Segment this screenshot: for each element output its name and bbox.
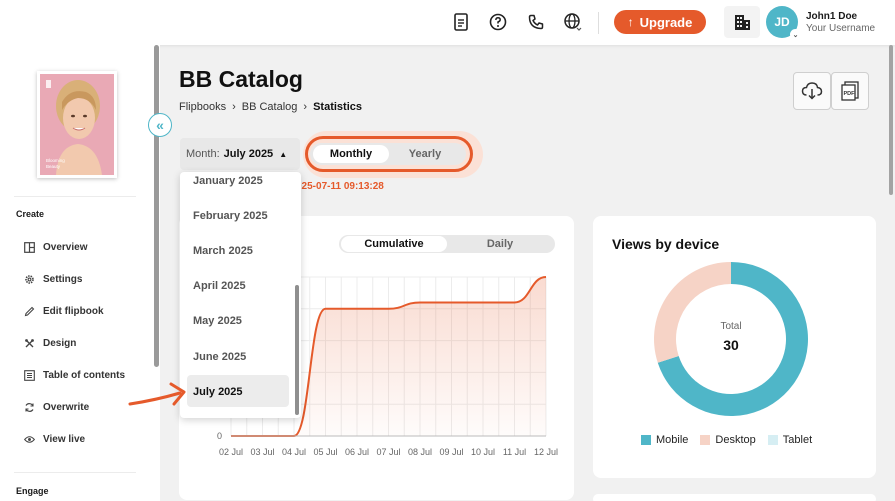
caret-up-icon: ▲: [279, 149, 288, 159]
sidebar-section-engage: Engage: [16, 486, 49, 496]
breadcrumb-bb-catalog[interactable]: BB Catalog: [242, 101, 298, 113]
breadcrumb-flipbooks[interactable]: Flipbooks: [179, 101, 226, 113]
breadcrumb: Flipbooks › BB Catalog › Statistics: [179, 101, 362, 113]
legend-tablet[interactable]: Tablet: [767, 434, 812, 446]
last-updated-timestamp: 025-07-11 09:13:28: [296, 181, 384, 192]
y-tick-label: 0: [217, 431, 222, 441]
chevron-down-icon: ⌄: [790, 29, 801, 40]
cumulative-option[interactable]: Cumulative: [341, 236, 447, 252]
svg-text:PDF: PDF: [844, 91, 856, 97]
sidebar-divider: [14, 196, 136, 197]
sidebar-item-design[interactable]: Design: [24, 334, 152, 352]
page-title: BB Catalog: [179, 66, 303, 92]
user-name: John1 Doe: [806, 11, 858, 22]
phone-icon[interactable]: [526, 12, 546, 32]
eye-icon: [24, 434, 35, 445]
month-option[interactable]: February 2025: [193, 210, 268, 222]
chevron-right-icon: ›: [232, 101, 236, 113]
donut-total-value: 30: [723, 337, 739, 353]
next-card: [593, 494, 876, 501]
top-bar: ↑ Upgrade JD ⌄ John1 Doe Your Username: [0, 0, 895, 45]
x-tick-label: 10 Jul: [471, 447, 495, 457]
device-card-title: Views by device: [612, 236, 720, 252]
sidebar-divider: [14, 472, 136, 473]
help-icon[interactable]: [488, 12, 508, 32]
download-button[interactable]: [793, 72, 831, 110]
double-chevron-left-icon: «: [156, 117, 164, 133]
avatar[interactable]: JD ⌄: [766, 6, 801, 40]
x-tick-label: 09 Jul: [439, 447, 463, 457]
x-tick-label: 07 Jul: [376, 447, 400, 457]
period-yearly-option[interactable]: Yearly: [393, 145, 457, 163]
sidebar-item-edit-flipbook[interactable]: Edit flipbook: [24, 302, 152, 320]
month-select[interactable]: Month: July 2025 ▲: [180, 138, 300, 170]
collapse-sidebar-button[interactable]: «: [148, 113, 172, 137]
upgrade-button[interactable]: ↑ Upgrade: [614, 10, 706, 34]
pencil-icon: [24, 306, 35, 317]
device-legend: Mobile Desktop Tablet: [641, 434, 812, 446]
daily-option[interactable]: Daily: [447, 236, 553, 252]
donut-total-label: Total: [720, 321, 742, 332]
arrow-up-icon: ↑: [627, 15, 634, 29]
month-option[interactable]: April 2025: [193, 280, 246, 292]
refresh-icon: [24, 402, 35, 413]
x-tick-label: 04 Jul: [282, 447, 306, 457]
legend-mobile[interactable]: Mobile: [641, 434, 688, 446]
month-option[interactable]: June 2025: [193, 351, 246, 363]
brush-icon: [24, 338, 35, 349]
main-scrollbar[interactable]: [889, 45, 893, 195]
flipbook-cover-thumbnail[interactable]: Blooming Beauty: [37, 71, 117, 178]
annotation-arrow: [128, 382, 186, 406]
svg-text:Beauty: Beauty: [46, 164, 61, 169]
pdf-button[interactable]: PDF: [831, 72, 869, 110]
user-username: Your Username: [806, 23, 876, 34]
sidebar-section-create: Create: [16, 209, 45, 219]
sidebar-scrollbar[interactable]: [154, 45, 159, 367]
organization-button[interactable]: [724, 6, 760, 38]
x-tick-label: 03 Jul: [250, 447, 274, 457]
globe-icon[interactable]: [563, 12, 583, 32]
chevron-right-icon: ›: [303, 101, 308, 113]
x-tick-label: 08 Jul: [408, 447, 432, 457]
sidebar-item-view-live[interactable]: View live: [24, 430, 152, 448]
month-option[interactable]: March 2025: [193, 245, 253, 257]
svg-text:Blooming: Blooming: [46, 158, 65, 163]
toolbar-divider: [598, 12, 599, 34]
legend-desktop[interactable]: Desktop: [700, 434, 756, 446]
period-monthly-option[interactable]: Monthly: [313, 145, 389, 163]
x-tick-label: 12 Jul: [534, 447, 558, 457]
x-tick-label: 11 Jul: [503, 447, 526, 457]
pdf-icon: PDF: [841, 81, 859, 101]
dropdown-scrollbar[interactable]: [295, 285, 299, 415]
month-option[interactable]: May 2025: [193, 315, 242, 327]
cloud-download-icon: [801, 82, 823, 100]
x-tick-label: 02 Jul: [219, 447, 243, 457]
x-tick-label: 05 Jul: [313, 447, 337, 457]
month-option-selected-label: July 2025: [193, 386, 243, 398]
layout-icon: [24, 241, 35, 253]
list-icon: [24, 369, 35, 381]
x-tick-label: 06 Jul: [345, 447, 369, 457]
document-icon[interactable]: [451, 12, 471, 32]
month-option[interactable]: January 2025: [193, 175, 263, 187]
building-icon: [735, 15, 750, 30]
breadcrumb-statistics: Statistics: [313, 101, 362, 113]
gear-icon: [24, 274, 35, 285]
sidebar-item-overview[interactable]: Overview: [24, 238, 152, 256]
sidebar-item-settings[interactable]: Settings: [24, 270, 152, 288]
